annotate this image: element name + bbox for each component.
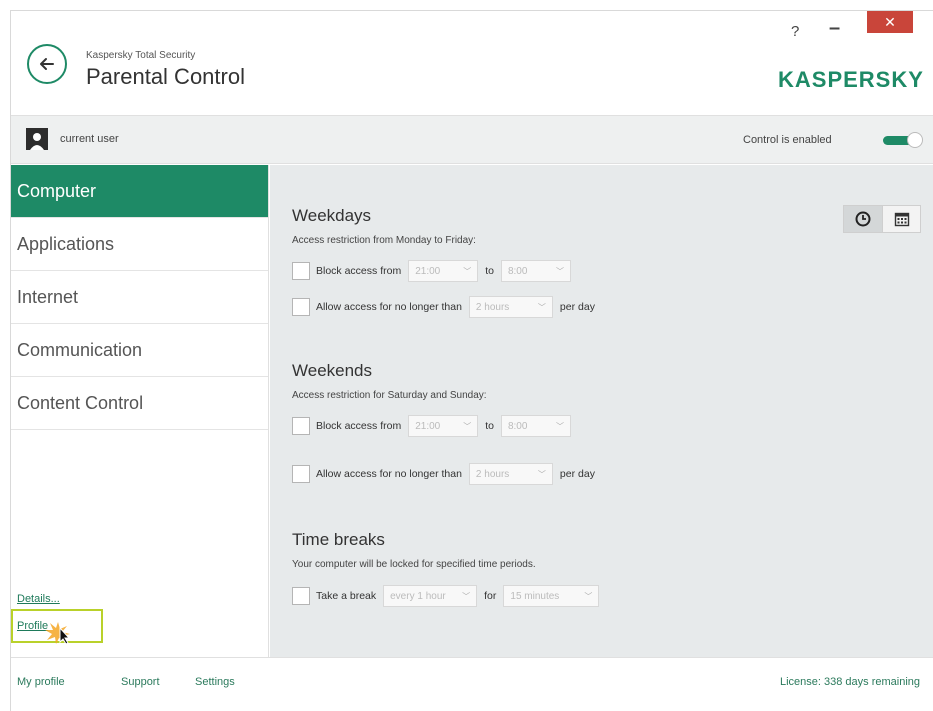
sidebar-item-applications[interactable]: Applications — [11, 218, 268, 271]
weekends-title: Weekends — [292, 361, 373, 380]
weekdays-allow-label: Allow access for no longer than — [316, 301, 462, 313]
license-status: License: 338 days remaining — [779, 676, 920, 688]
time-break-checkbox[interactable] — [292, 587, 310, 605]
weekdays-block-to-select[interactable]: 8:00 ﹀ — [500, 260, 571, 282]
chevron-down-icon: ﹀ — [555, 266, 564, 276]
sidebar-item-computer[interactable]: Computer — [11, 165, 268, 218]
header: Kaspersky Total Security Parental Contro… — [11, 11, 933, 115]
user-avatar-icon — [26, 128, 48, 150]
footer: My profile Support Settings License: 338… — [11, 657, 933, 711]
back-button[interactable] — [27, 44, 67, 84]
sidebar-item-content-control[interactable]: Content Control — [11, 377, 268, 430]
weekdays-to-label: to — [485, 265, 494, 277]
user-name: current user — [60, 133, 119, 145]
mouse-cursor-icon — [45, 622, 71, 644]
select-value: 21:00 — [415, 420, 441, 432]
weekends-allow-row: Allow access for no longer than 2 hours ﹀… — [292, 462, 595, 486]
chevron-down-icon: ﹀ — [555, 421, 564, 431]
main-panel: Weekdays Access restriction from Monday … — [270, 165, 933, 657]
my-profile-link[interactable]: My profile — [17, 676, 65, 688]
user-bar: current user Control is enabled — [11, 115, 933, 164]
details-link[interactable]: Details... — [17, 593, 60, 605]
chevron-down-icon: ﹀ — [463, 421, 472, 431]
select-value: 8:00 — [507, 420, 528, 432]
chevron-down-icon: ﹀ — [463, 266, 472, 276]
weekdays-allow-checkbox[interactable] — [292, 298, 310, 316]
weekends-block-to-select[interactable]: 8:00 ﹀ — [500, 415, 571, 437]
weekends-block-checkbox[interactable] — [292, 417, 310, 435]
weekdays-title: Weekdays — [292, 206, 372, 225]
page-title: Parental Control — [86, 64, 245, 89]
time-break-for-label: for — [484, 590, 497, 602]
weekends-allow-select[interactable]: 2 hours ﹀ — [468, 463, 553, 485]
minimize-button[interactable]: – — [829, 17, 840, 40]
weekends-subtitle: Access restriction for Saturday and Sund… — [292, 390, 487, 401]
weekends-per-day-label: per day — [559, 468, 595, 480]
clock-view-button[interactable] — [844, 206, 882, 232]
weekdays-per-day-label: per day — [559, 301, 595, 313]
control-status-label: Control is enabled — [743, 134, 832, 146]
view-toggle — [843, 205, 921, 233]
weekdays-block-row: Block access from 21:00 ﹀ to 8:00 ﹀ — [292, 259, 578, 283]
help-button[interactable]: ? — [791, 23, 799, 40]
sidebar-item-communication[interactable]: Communication — [11, 324, 268, 377]
time-break-row: Take a break every 1 hour ﹀ for 15 minute… — [292, 584, 606, 608]
weekdays-subtitle: Access restriction from Monday to Friday… — [292, 235, 476, 246]
select-value: 21:00 — [415, 265, 441, 277]
weekends-block-label: Block access from — [316, 420, 402, 432]
control-toggle[interactable] — [883, 132, 923, 148]
weekends-block-row: Block access from 21:00 ﹀ to 8:00 ﹀ — [292, 414, 578, 438]
app-name: Kaspersky Total Security — [86, 50, 196, 61]
select-value: 2 hours — [475, 468, 510, 480]
weekends-allow-checkbox[interactable] — [292, 465, 310, 483]
sidebar-item-internet[interactable]: Internet — [11, 271, 268, 324]
break-duration-select[interactable]: 15 minutes ﹀ — [503, 585, 600, 607]
toggle-knob — [907, 132, 923, 148]
weekdays-block-checkbox[interactable] — [292, 262, 310, 280]
weekends-allow-label: Allow access for no longer than — [316, 468, 462, 480]
time-breaks-subtitle: Your computer will be locked for specifi… — [292, 559, 536, 570]
weekends-block-from-select[interactable]: 21:00 ﹀ — [408, 415, 479, 437]
settings-link[interactable]: Settings — [195, 676, 235, 688]
support-link[interactable]: Support — [121, 676, 160, 688]
clock-icon — [855, 211, 871, 227]
calendar-view-button[interactable] — [882, 206, 920, 232]
chevron-down-icon: ﹀ — [537, 469, 546, 479]
break-every-select[interactable]: every 1 hour ﹀ — [383, 585, 478, 607]
chevron-down-icon: ﹀ — [462, 591, 471, 601]
select-value: every 1 hour — [390, 590, 446, 602]
sidebar: Computer Applications Internet Communica… — [11, 165, 269, 657]
weekdays-allow-select[interactable]: 2 hours ﹀ — [468, 296, 553, 318]
back-arrow-icon — [40, 58, 54, 70]
top-strip — [0, 0, 933, 10]
app-window: Kaspersky Total Security Parental Contro… — [10, 10, 933, 711]
select-value: 2 hours — [475, 301, 510, 313]
select-value: 8:00 — [507, 265, 528, 277]
weekdays-allow-row: Allow access for no longer than 2 hours ﹀… — [292, 295, 595, 319]
close-button[interactable]: ✕ — [867, 11, 913, 33]
chevron-down-icon: ﹀ — [537, 302, 546, 312]
weekends-to-label: to — [485, 420, 494, 432]
kaspersky-logo: KASPERSKY — [778, 67, 924, 92]
chevron-down-icon: ﹀ — [584, 591, 593, 601]
weekdays-block-from-select[interactable]: 21:00 ﹀ — [408, 260, 479, 282]
time-break-label: Take a break — [316, 590, 377, 602]
select-value: 15 minutes — [510, 590, 560, 602]
calendar-icon — [894, 212, 909, 227]
weekdays-block-label: Block access from — [316, 265, 402, 277]
time-breaks-title: Time breaks — [292, 530, 385, 549]
